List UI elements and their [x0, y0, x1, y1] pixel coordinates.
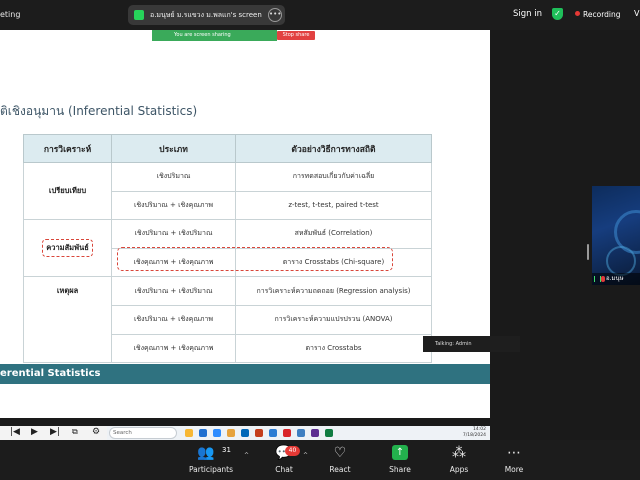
participants-count: 31 [222, 446, 231, 454]
apps-icon: ⁂ [452, 445, 466, 461]
recording-indicator[interactable]: Recording [575, 10, 621, 19]
method-cell: การวิเคราะห์ความถดถอย (Regression analys… [235, 276, 432, 306]
method-cell: z-test, t-test, paired t-test [235, 190, 432, 221]
header-analysis: การวิเคราะห์ [23, 134, 112, 163]
edge-icon[interactable] [199, 429, 207, 437]
analysis-relationship: ความสัมพันธ์ [23, 219, 112, 278]
react-label: React [329, 465, 351, 474]
heart-icon: ♡ [333, 445, 347, 461]
mail-icon[interactable] [241, 429, 249, 437]
video-graphic [606, 246, 636, 276]
footer-title: erential Statistics [0, 368, 101, 379]
play-icon[interactable]: ▶ [31, 427, 38, 437]
muted-mic-icon [601, 276, 605, 282]
word-icon[interactable] [269, 429, 277, 437]
next-icon[interactable]: ▶| [50, 427, 60, 437]
slide-footer-ribbon: erential Statistics [0, 364, 490, 384]
more-button[interactable]: ⋯ More [489, 440, 539, 480]
table-row: เปรียบเทียบ เชิงปริมาณ การทดสอบเกี่ยวกับ… [23, 161, 432, 221]
participants-button[interactable]: 👥 31 Participants [186, 440, 236, 480]
header-method: ตัวอย่างวิธีการทางสถิติ [235, 134, 432, 163]
clock-date: 7/18/2024 [462, 433, 486, 438]
zoom-icon[interactable] [213, 429, 221, 437]
type-cell: เชิงปริมาณ + เชิงปริมาณ [111, 276, 236, 306]
method-cell: การทดสอบเกี่ยวกับค่าเฉลี่ย [235, 162, 432, 192]
windows-taskbar: Search 14:02 7/18/2024 [107, 426, 490, 441]
analysis-causal: เหตุผล [23, 276, 112, 364]
more-label: More [504, 465, 524, 474]
chrome-icon[interactable] [297, 429, 305, 437]
type-cell: เชิงปริมาณ + เชิงคุณภาพ [111, 190, 236, 221]
share-label: Share [389, 465, 411, 474]
analysis-compare: เปรียบเทียบ [23, 161, 112, 221]
screen-sharing-bar: You are screen sharing Stop share [152, 30, 315, 41]
media-player-controls: |◀ ▶ ▶| ⧉ ⚙ [0, 426, 110, 441]
cast-icon[interactable]: ⧉ [72, 427, 78, 437]
sharing-message: You are screen sharing [152, 30, 277, 41]
participant-video-tile[interactable]: อ.มนุษ [592, 186, 640, 285]
apps-button[interactable]: ⁂ Apps [434, 440, 484, 480]
chat-caret-icon[interactable]: ^ [303, 452, 308, 459]
chat-button[interactable]: 💬 Chat [259, 440, 309, 480]
pdf-icon[interactable] [283, 429, 291, 437]
slide-title: ติเชิงอนุมาน (Inferential Statistics) [0, 104, 198, 118]
chat-unread-badge: 40 [285, 446, 300, 456]
type-cell: เชิงคุณภาพ + เชิงคุณภาพ [111, 333, 236, 364]
taskbar-clock[interactable]: 14:02 7/18/2024 [463, 427, 486, 439]
table-row: ความสัมพันธ์ เชิงปริมาณ + เชิงปริมาณ สหส… [23, 219, 432, 278]
participants-caret-icon[interactable]: ^ [244, 452, 249, 459]
security-shield-icon[interactable]: ✓ [552, 8, 563, 20]
share-arrow-icon: ↑ [392, 445, 408, 460]
app-icon[interactable] [311, 429, 319, 437]
screen-share-icon [134, 10, 144, 20]
shared-screen: You are screen sharing Stop share ติเชิง… [0, 30, 490, 441]
panel-resize-handle[interactable] [587, 244, 589, 260]
apps-label: Apps [449, 465, 469, 474]
more-options-icon[interactable]: ••• [268, 8, 282, 22]
previous-icon[interactable]: |◀ [10, 427, 20, 437]
participants-label: Participants [188, 465, 234, 474]
clock-time: 14:02 [473, 427, 486, 432]
participants-icon: 👥 [197, 445, 215, 461]
method-cell: ตาราง Crosstabs [235, 333, 432, 364]
type-cell: เชิงปริมาณ [111, 162, 236, 192]
more-dots-icon: ⋯ [507, 445, 521, 461]
type-cell: เชิงปริมาณ + เชิงคุณภาพ [111, 304, 236, 335]
top-bar: eting อ.มนุษย์ ม.รแขวง ม.พลแก's screen •… [0, 0, 640, 30]
highlight-annotation: ความสัมพันธ์ [42, 239, 93, 258]
sign-in-button[interactable]: Sign in [513, 9, 542, 19]
method-cell: สหสัมพันธ์ (Correlation) [235, 219, 432, 249]
window-title: eting [0, 10, 21, 19]
table-row: เหตุผล เชิงปริมาณ + เชิงปริมาณ การวิเครา… [23, 276, 432, 364]
meeting-toolbar: 👥 31 Participants ^ 💬 Chat ^ ♡ React ↑ S… [0, 440, 640, 480]
taskbar-search[interactable]: Search [109, 427, 177, 439]
chat-label: Chat [275, 465, 293, 474]
viewing-screen-pill[interactable]: อ.มนุษย์ ม.รแขวง ม.พลแก's screen ••• [128, 5, 285, 25]
settings-gear-icon[interactable]: ⚙ [92, 427, 100, 437]
explorer-icon[interactable] [227, 429, 235, 437]
powerpoint-icon[interactable] [255, 429, 263, 437]
folder-icon[interactable] [185, 429, 193, 437]
view-button[interactable]: V [634, 9, 639, 18]
share-button[interactable]: ↑ Share [375, 440, 425, 480]
signal-icon [594, 276, 601, 282]
excel-icon[interactable] [325, 429, 333, 437]
talking-indicator: Talking: Admin [423, 336, 520, 352]
type-cell: เชิงปริมาณ + เชิงปริมาณ [111, 219, 236, 249]
stop-share-button[interactable]: Stop share [277, 31, 315, 40]
method-cell: การวิเคราะห์ความแปรปรวน (ANOVA) [235, 304, 432, 335]
header-type: ประเภท [111, 134, 236, 163]
screen-owner-label: อ.มนุษย์ ม.รแขวง ม.พลแก's screen [150, 11, 262, 19]
row-highlight-annotation [117, 247, 393, 271]
react-button[interactable]: ♡ React [315, 440, 365, 480]
